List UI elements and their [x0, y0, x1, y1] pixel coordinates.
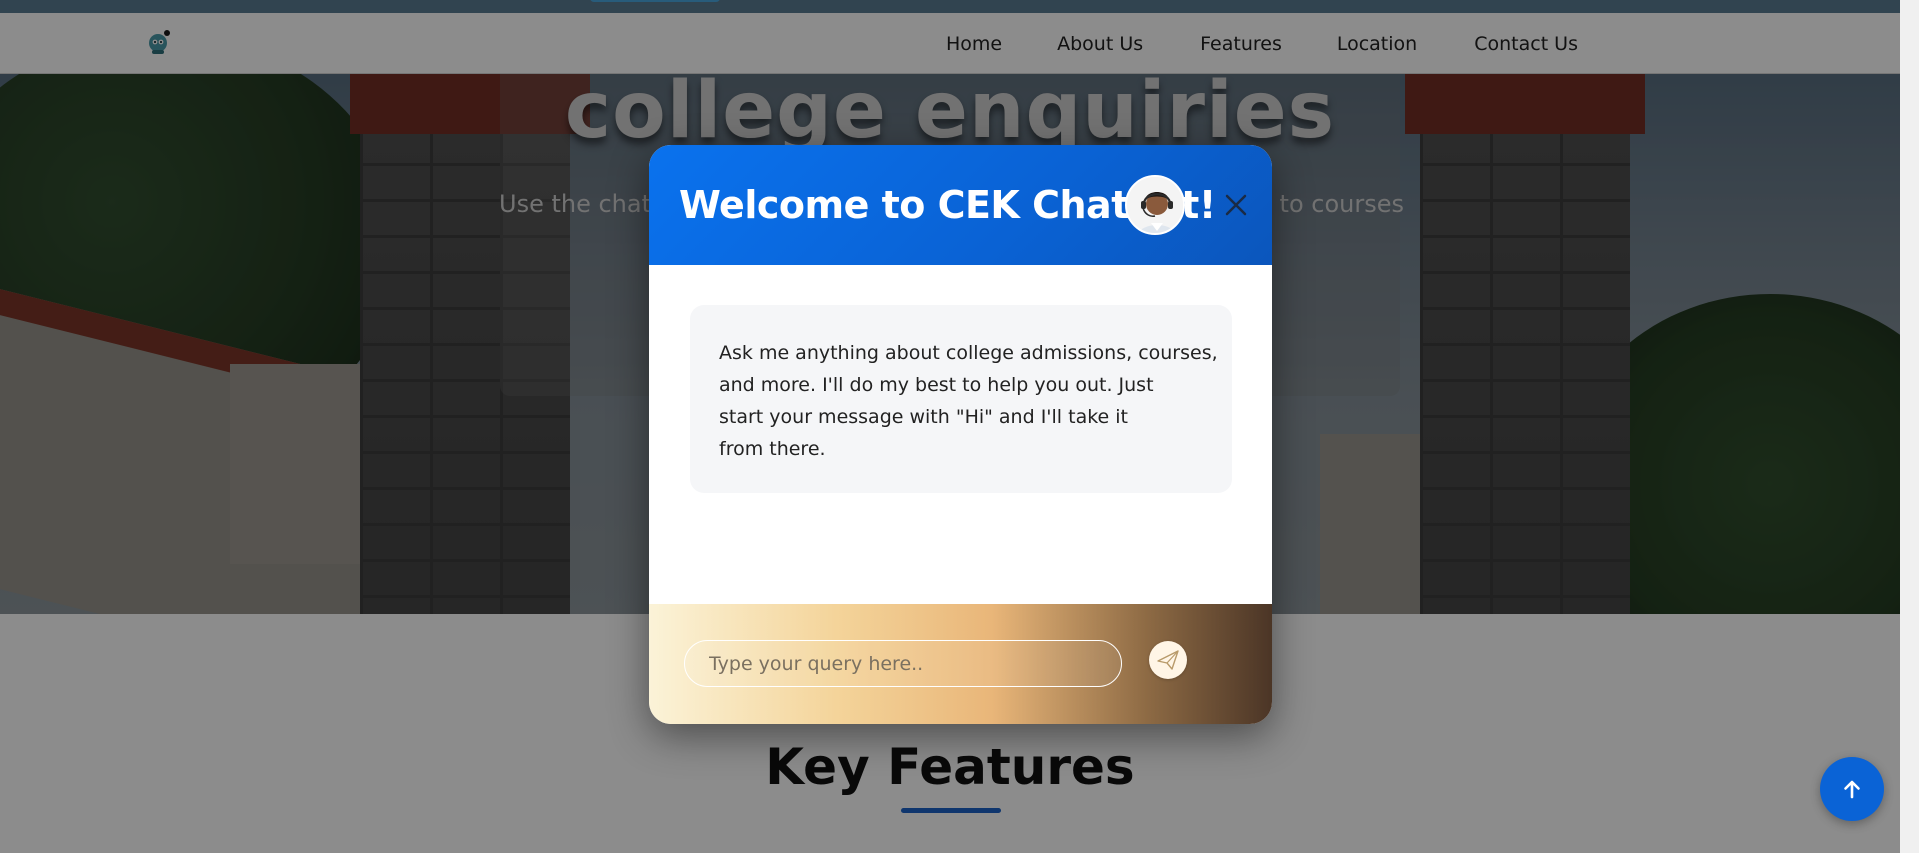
- close-icon[interactable]: [1219, 188, 1253, 222]
- chatbot-messages: Ask me anything about college admissions…: [649, 265, 1272, 604]
- bot-message-line: from there.: [719, 438, 826, 460]
- paper-plane-icon: [1157, 650, 1179, 670]
- bot-message-line: start your message with "Hi" and I'll ta…: [719, 406, 1129, 428]
- bot-message: Ask me anything about college admissions…: [690, 305, 1232, 493]
- bot-message-line: and more. I'll do my best to help you ou…: [719, 374, 1154, 396]
- scroll-to-top-button[interactable]: [1820, 757, 1884, 821]
- support-agent-avatar: [1125, 175, 1185, 235]
- chat-query-input[interactable]: [684, 640, 1122, 687]
- bot-message-line: Ask me anything about college admissions…: [719, 342, 1218, 364]
- chatbot-modal: Welcome to CEK Chatbot! Ask me anything …: [649, 145, 1272, 724]
- chatbot-header: Welcome to CEK Chatbot!: [649, 145, 1272, 265]
- arrow-up-icon: [1844, 780, 1860, 799]
- chatbot-input-bar: [649, 604, 1272, 724]
- page-scrollbar[interactable]: [1900, 0, 1919, 853]
- send-button[interactable]: [1149, 641, 1187, 679]
